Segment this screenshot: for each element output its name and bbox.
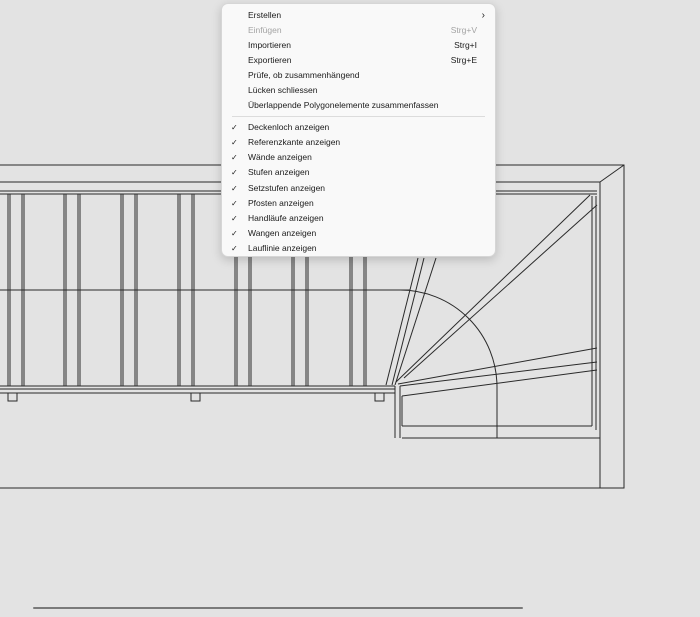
menu-item-referenzkante-anzeigen[interactable]: ✓ Referenzkante anzeigen — [226, 135, 491, 150]
checkmark-icon: ✓ — [231, 244, 238, 253]
checkmark-icon: ✓ — [231, 138, 238, 147]
stringer-straight — [0, 385, 395, 394]
menu-item-exportieren[interactable]: Exportieren Strg+E — [226, 53, 491, 68]
menu-item-label: Handläufe anzeigen — [248, 213, 324, 223]
menu-item-label: Einfügen — [248, 25, 282, 35]
checkmark-icon: ✓ — [231, 123, 238, 132]
menu-item-label: Setzstufen anzeigen — [248, 183, 326, 193]
context-menu: Erstellen › Einfügen Strg+V Importieren … — [221, 3, 496, 257]
menu-item-label: Deckenloch anzeigen — [248, 122, 330, 132]
menu-item-setzstufen-anzeigen[interactable]: ✓ Setzstufen anzeigen — [226, 181, 491, 196]
checkmark-icon: ✓ — [231, 153, 238, 162]
menu-item-importieren[interactable]: Importieren Strg+I — [226, 38, 491, 53]
menu-item-waende-anzeigen[interactable]: ✓ Wände anzeigen — [226, 150, 491, 165]
menu-item-label: Importieren — [248, 40, 291, 50]
checkmark-icon: ✓ — [231, 184, 238, 193]
menu-item-shortcut: Strg+E — [450, 55, 477, 65]
checkmark-icon: ✓ — [231, 229, 238, 238]
menu-item-label: Wände anzeigen — [248, 152, 312, 162]
menu-item-label: Überlappende Polygonelemente zusammenfas… — [248, 100, 439, 110]
menu-item-shortcut: Strg+I — [454, 40, 477, 50]
menu-separator — [232, 116, 485, 117]
menu-item-wangen-anzeigen[interactable]: ✓ Wangen anzeigen — [226, 226, 491, 241]
menu-item-pruefe-zusammenhaengend[interactable]: Prüfe, ob zusammenhängend — [226, 68, 491, 83]
menu-item-lauflinie-anzeigen[interactable]: ✓ Lauflinie anzeigen — [226, 241, 491, 256]
menu-item-erstellen[interactable]: Erstellen › — [226, 8, 491, 23]
menu-item-label: Erstellen — [248, 10, 282, 20]
menu-item-polygonelemente-zusammenfassen[interactable]: Überlappende Polygonelemente zusammenfas… — [226, 98, 491, 113]
menu-item-label: Wangen anzeigen — [248, 228, 317, 238]
menu-item-label: Lauflinie anzeigen — [248, 243, 317, 253]
menu-item-luecken-schliessen[interactable]: Lücken schliessen — [226, 83, 491, 98]
menu-item-label: Stufen anzeigen — [248, 167, 310, 177]
checkmark-icon: ✓ — [231, 214, 238, 223]
menu-item-label: Pfosten anzeigen — [248, 198, 314, 208]
submenu-arrow-icon: › — [481, 10, 485, 21]
menu-item-label: Exportieren — [248, 55, 292, 65]
menu-item-label: Referenzkante anzeigen — [248, 137, 341, 147]
menu-item-deckenloch-anzeigen[interactable]: ✓ Deckenloch anzeigen — [226, 120, 491, 135]
menu-item-shortcut: Strg+V — [450, 25, 477, 35]
menu-item-label: Prüfe, ob zusammenhängend — [248, 70, 360, 80]
posts — [7, 392, 385, 402]
menu-item-stufen-anzeigen[interactable]: ✓ Stufen anzeigen — [226, 165, 491, 180]
checkmark-icon: ✓ — [231, 168, 238, 177]
checkmark-icon: ✓ — [231, 199, 238, 208]
menu-item-einfuegen[interactable]: Einfügen Strg+V — [226, 23, 491, 38]
horizontal-scrollbar[interactable] — [33, 607, 523, 609]
menu-item-label: Lücken schliessen — [248, 85, 318, 95]
menu-item-pfosten-anzeigen[interactable]: ✓ Pfosten anzeigen — [226, 196, 491, 211]
menu-item-handlaeufe-anzeigen[interactable]: ✓ Handläufe anzeigen — [226, 211, 491, 226]
